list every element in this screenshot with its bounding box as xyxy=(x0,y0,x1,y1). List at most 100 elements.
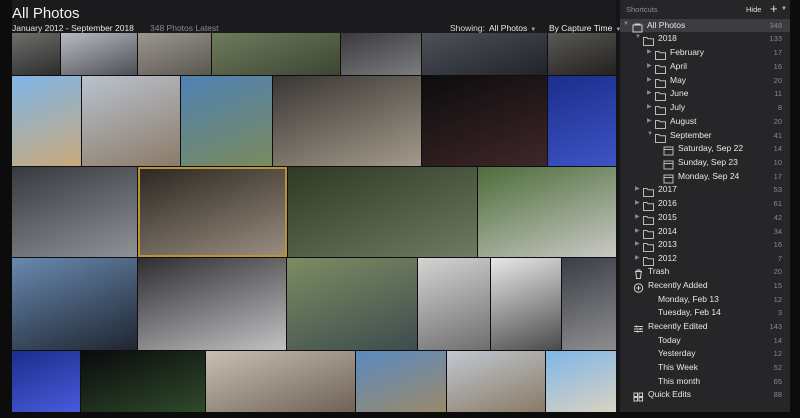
sidebar-item-year-2018[interactable]: ▼ 2018 133 xyxy=(620,32,790,46)
sidebar-item-all-photos[interactable]: ▼ All Photos 348 xyxy=(620,19,790,33)
disclosure-open-icon[interactable]: ▼ xyxy=(635,34,641,40)
photo-architecture-bw[interactable] xyxy=(562,258,616,350)
window-frame-right xyxy=(790,0,800,418)
sidebar-item-count: 52 xyxy=(773,363,782,372)
sidebar-item-added-monday-feb-13[interactable]: Monday, Feb 13 12 xyxy=(620,293,790,306)
photo-plane-aisle[interactable] xyxy=(418,258,490,350)
folder-icon xyxy=(655,88,666,101)
photo-woman-lake-view[interactable] xyxy=(273,76,421,166)
photo-lake-mountains[interactable] xyxy=(546,351,616,412)
photo-temple-of-heaven[interactable] xyxy=(181,76,272,166)
sidebar-item-month-june[interactable]: ▶ June 11 xyxy=(620,87,790,101)
sidebar-item-count: 143 xyxy=(769,322,782,331)
disclosure-closed-icon[interactable]: ▶ xyxy=(647,62,652,69)
sidebar-item-trash[interactable]: Trash 20 xyxy=(620,265,790,279)
photo-kids-road[interactable] xyxy=(138,258,286,350)
photo-subway-car[interactable] xyxy=(548,33,616,75)
photo-blue-curtain-2[interactable] xyxy=(206,351,355,412)
window-frame-bottom xyxy=(0,412,800,418)
sidebar-item-count: 17 xyxy=(773,172,782,181)
sidebar-item-added-tuesday-feb-14[interactable]: Tuesday, Feb 14 3 xyxy=(620,306,790,319)
sidebar-item-label: Trash xyxy=(648,266,670,276)
sidebar-item-month-august[interactable]: ▶ August 20 xyxy=(620,115,790,129)
sidebar-item-month-september[interactable]: ▼ September 41 xyxy=(620,129,790,143)
disclosure-closed-icon[interactable]: ▶ xyxy=(635,185,640,192)
sidebar-item-year-2016[interactable]: ▶ 2016 61 xyxy=(620,197,790,211)
photo-street[interactable] xyxy=(12,33,60,75)
disclosure-closed-icon[interactable]: ▶ xyxy=(647,117,652,124)
disclosure-closed-icon[interactable]: ▶ xyxy=(635,213,640,220)
sidebar-item-label: May xyxy=(670,75,687,85)
sidebar-item-day-monday-sep-24[interactable]: Monday, Sep 24 17 xyxy=(620,170,790,184)
photo-blue-curtain[interactable] xyxy=(12,167,137,257)
photo-highway-interchange[interactable] xyxy=(212,33,340,75)
sidebar-item-recently-edited[interactable]: Recently Edited 143 xyxy=(620,320,790,333)
photo-person-night[interactable] xyxy=(356,351,446,412)
sidebar-item-year-2012[interactable]: ▶ 2012 7 xyxy=(620,252,790,266)
disclosure-closed-icon[interactable]: ▶ xyxy=(647,89,652,96)
sidebar-item-year-2015[interactable]: ▶ 2015 42 xyxy=(620,211,790,225)
disclosure-closed-icon[interactable]: ▶ xyxy=(635,240,640,247)
sidebar-item-month-may[interactable]: ▶ May 20 xyxy=(620,74,790,88)
plus-icon[interactable]: + xyxy=(770,2,778,15)
sidebar-item-edited-yesterday[interactable]: Yesterday 12 xyxy=(620,347,790,360)
photo-car-night[interactable] xyxy=(548,76,616,166)
sidebar-item-label: Today xyxy=(658,335,681,345)
sidebar-item-label: Yesterday xyxy=(658,348,696,358)
sidebar-item-day-saturday-sep-22[interactable]: Saturday, Sep 22 14 xyxy=(620,142,790,156)
sidebar-item-month-april[interactable]: ▶ April 16 xyxy=(620,60,790,74)
disclosure-open-icon[interactable]: ▼ xyxy=(623,21,629,27)
photo-building[interactable] xyxy=(138,33,211,75)
sidebar-item-edited-this-month[interactable]: This month 65 xyxy=(620,375,790,388)
photo-subway-station[interactable] xyxy=(81,351,205,412)
disclosure-open-icon[interactable]: ▼ xyxy=(647,131,653,137)
disclosure-closed-icon[interactable]: ▶ xyxy=(635,227,640,234)
sidebar-item-day-sunday-sep-23[interactable]: Sunday, Sep 23 10 xyxy=(620,156,790,170)
sidebar-item-year-2013[interactable]: ▶ 2013 16 xyxy=(620,238,790,252)
disclosure-closed-icon[interactable]: ▶ xyxy=(647,48,652,55)
sidebar-item-label: July xyxy=(670,102,686,112)
sidebar-item-count: 8 xyxy=(777,103,782,112)
sidebar-item-label: This month xyxy=(658,376,701,386)
hide-button[interactable]: Hide xyxy=(746,5,761,14)
photo-portrait-dark[interactable] xyxy=(12,76,81,166)
disclosure-closed-icon[interactable]: ▶ xyxy=(647,76,652,83)
sidebar-item-label: This Week xyxy=(658,362,698,372)
photo-airport-window[interactable] xyxy=(61,33,137,75)
disclosure-closed-icon[interactable]: ▶ xyxy=(635,199,640,206)
sort-dropdown[interactable]: By Capture Time ▼ xyxy=(549,23,621,33)
photo-subway-interior[interactable] xyxy=(341,33,421,75)
sidebar-item-month-july[interactable]: ▶ July 8 xyxy=(620,101,790,115)
photo-highway-aerial[interactable] xyxy=(491,258,561,350)
sidebar-item-count: 14 xyxy=(773,336,782,345)
photo-train-platform[interactable] xyxy=(12,351,80,412)
photo-sheltie-basket[interactable] xyxy=(288,167,477,257)
photo-mountain-valley[interactable] xyxy=(12,258,137,350)
photo-train-interior-2[interactable] xyxy=(447,351,545,412)
sidebar-item-year-2017[interactable]: ▶ 2017 53 xyxy=(620,183,790,197)
chevron-down-icon[interactable]: ▼ xyxy=(781,6,787,12)
photo-airport-terminal[interactable] xyxy=(138,167,287,257)
showing-dropdown[interactable]: All Photos ▼ xyxy=(489,23,536,33)
sidebar-item-year-2014[interactable]: ▶ 2014 34 xyxy=(620,225,790,239)
sidebar-item-label: Recently Added xyxy=(648,280,708,290)
sidebar-item-edited-today[interactable]: Today 14 xyxy=(620,334,790,347)
disclosure-closed-icon[interactable]: ▶ xyxy=(647,103,652,110)
sidebar-item-label: 2014 xyxy=(658,226,677,236)
photo-airplane-wing[interactable] xyxy=(287,258,417,350)
sidebar-item-label: All Photos xyxy=(647,20,686,30)
sidebar-item-recently-added[interactable]: Recently Added 15 xyxy=(620,279,790,293)
day-icon xyxy=(663,171,674,184)
photo-forest-tree[interactable] xyxy=(478,167,616,257)
photo-bridge[interactable] xyxy=(422,33,547,75)
sidebar-item-count: 53 xyxy=(773,185,782,194)
sidebar-item-label: June xyxy=(670,88,689,98)
sidebar-item-edited-this-week[interactable]: This Week 52 xyxy=(620,361,790,374)
sidebar-item-label: 2015 xyxy=(658,212,677,222)
disclosure-closed-icon[interactable]: ▶ xyxy=(635,254,640,261)
sidebar-item-quick-edits[interactable]: Quick Edits 88 xyxy=(620,388,790,402)
photo-train-interior[interactable] xyxy=(422,76,547,166)
photo-truck[interactable] xyxy=(82,76,180,166)
sidebar-item-month-february[interactable]: ▶ February 17 xyxy=(620,46,790,60)
sidebar-item-count: 65 xyxy=(773,377,782,386)
